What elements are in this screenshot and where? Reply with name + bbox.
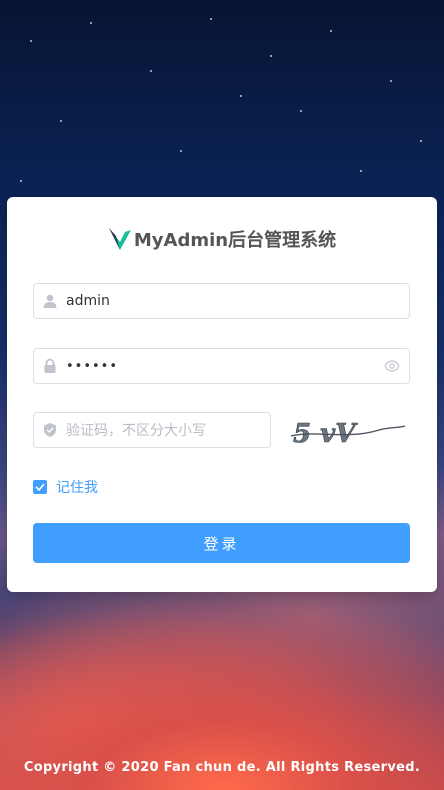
remember-label: 记住我 [56,480,98,496]
user-icon [34,284,66,318]
shield-icon [34,413,66,447]
remember-me[interactable]: 记住我 [33,478,98,496]
login-button[interactable]: 登录 [33,523,410,563]
check-icon [35,483,45,491]
logo-icon [108,228,131,250]
username-input[interactable]: admin [66,293,409,309]
password-field[interactable]: •••••• [33,348,410,384]
captcha-input[interactable]: 验证码，不区分大小写 [66,420,270,440]
captcha-field[interactable]: 验证码，不区分大小写 [33,412,271,448]
captcha-image[interactable]: 5 vV [287,412,410,452]
brand-header: MyAdmin后台管理系统 [7,225,437,253]
lock-icon [34,349,66,383]
eye-icon[interactable] [375,349,409,383]
app-title: MyAdmin后台管理系统 [133,230,337,251]
password-input[interactable]: •••••• [66,359,375,374]
remember-checkbox[interactable] [33,480,47,494]
username-field[interactable]: admin [33,283,410,319]
login-card: MyAdmin后台管理系统 admin •••••• 验证码，不区分大小写 5 … [7,197,437,592]
copyright-footer: Copyright © 2020 Fan chun de. All Rights… [23,760,421,775]
